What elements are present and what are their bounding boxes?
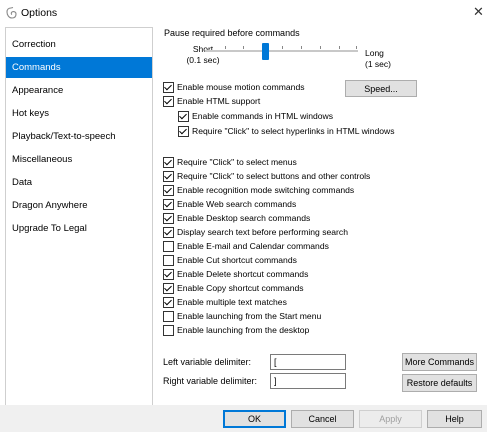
delete-shortcut-checkbox[interactable]: Enable Delete shortcut commands	[163, 268, 308, 280]
desktop-search-checkbox[interactable]: Enable Desktop search commands	[163, 212, 310, 224]
checkbox-box[interactable]	[163, 296, 174, 308]
copy-shortcut-checkbox[interactable]: Enable Copy shortcut commands	[163, 282, 304, 294]
checkbox-label: Enable Cut shortcut commands	[177, 255, 297, 265]
cut-shortcut-checkbox[interactable]: Enable Cut shortcut commands	[163, 254, 297, 266]
checkbox-label: Enable HTML support	[177, 96, 261, 106]
pause-slider-track[interactable]	[205, 50, 358, 52]
left-delimiter-field[interactable]: [	[270, 354, 346, 370]
sidebar-item-hot-keys[interactable]: Hot keys	[6, 103, 152, 124]
mouse-motion-checkbox[interactable]: Enable mouse motion commands	[163, 81, 305, 93]
checkbox-box[interactable]	[163, 268, 174, 280]
checkbox-box[interactable]	[163, 156, 174, 168]
checkbox-box[interactable]	[163, 81, 174, 93]
checkbox-label: Enable launching from the Start menu	[177, 311, 322, 321]
help-button[interactable]: Help	[427, 410, 482, 428]
sidebar-item-data[interactable]: Data	[6, 172, 152, 193]
checkbox-label: Require "Click" to select buttons and ot…	[177, 171, 371, 181]
click-menus-checkbox[interactable]: Require "Click" to select menus	[163, 156, 297, 168]
checkbox-box[interactable]	[163, 324, 174, 336]
restore-defaults-button[interactable]: Restore defaults	[402, 374, 477, 392]
pause-label: Pause required before commands	[164, 28, 300, 38]
sidebar-item-correction[interactable]: Correction	[6, 34, 152, 55]
slider-tick	[356, 46, 357, 49]
sidebar-item-miscellaneous[interactable]: Miscellaneous	[6, 149, 152, 170]
close-icon[interactable]: ✕	[473, 5, 484, 18]
dragon-icon	[6, 7, 17, 19]
sidebar-item-appearance[interactable]: Appearance	[6, 80, 152, 101]
slider-long-text: Long (1 sec)	[365, 48, 405, 70]
html-commands-checkbox[interactable]: Enable commands in HTML windows	[178, 110, 333, 122]
checkbox-label: Enable Delete shortcut commands	[177, 269, 309, 279]
slider-short-value: (0.1 sec)	[186, 55, 220, 65]
right-delimiter-label: Right variable delimiter:	[163, 376, 258, 386]
sidebar-item-upgrade-legal[interactable]: Upgrade To Legal	[6, 218, 152, 239]
multiple-matches-checkbox[interactable]: Enable multiple text matches	[163, 296, 287, 308]
mode-switching-checkbox[interactable]: Enable recognition mode switching comman…	[163, 184, 354, 196]
checkbox-label: Enable Desktop search commands	[177, 213, 311, 223]
checkbox-label: Enable Copy shortcut commands	[177, 283, 304, 293]
checkbox-box[interactable]	[163, 310, 174, 322]
checkbox-label: Enable recognition mode switching comman…	[177, 185, 355, 195]
checkbox-box[interactable]	[163, 212, 174, 224]
checkbox-box[interactable]	[178, 125, 189, 137]
slider-long-value: (1 sec)	[365, 59, 391, 69]
slider-short-text: Short (0.1 sec)	[183, 44, 223, 66]
pause-slider-thumb[interactable]	[262, 43, 269, 60]
speed-button[interactable]: Speed...	[345, 80, 417, 97]
checkbox-label: Enable launching from the desktop	[177, 325, 310, 335]
checkbox-label: Enable mouse motion commands	[177, 82, 305, 92]
checkbox-box[interactable]	[163, 198, 174, 210]
checkbox-label: Enable Web search commands	[177, 199, 297, 209]
checkbox-label: Display search text before performing se…	[177, 227, 348, 237]
checkbox-label: Require "Click" to select hyperlinks in …	[192, 126, 395, 136]
slider-tick	[225, 46, 226, 49]
slider-tick	[243, 46, 244, 49]
slider-tick	[320, 46, 321, 49]
slider-tick	[301, 46, 302, 49]
click-buttons-checkbox[interactable]: Require "Click" to select buttons and ot…	[163, 170, 370, 182]
more-commands-button[interactable]: More Commands	[402, 353, 477, 371]
checkbox-label: Enable multiple text matches	[177, 297, 287, 307]
html-support-checkbox[interactable]: Enable HTML support	[163, 95, 260, 107]
checkbox-box[interactable]	[163, 170, 174, 182]
checkbox-box[interactable]	[163, 184, 174, 196]
sidebar-item-commands[interactable]: Commands	[6, 57, 152, 78]
sidebar-item-dragon-anywhere[interactable]: Dragon Anywhere	[6, 195, 152, 216]
html-click-checkbox[interactable]: Require "Click" to select hyperlinks in …	[178, 125, 395, 137]
web-search-checkbox[interactable]: Enable Web search commands	[163, 198, 296, 210]
slider-long-label: Long	[365, 48, 384, 58]
options-sidebar: Correction Commands Appearance Hot keys …	[5, 27, 153, 406]
checkbox-box[interactable]	[163, 95, 174, 107]
checkbox-label: Enable E-mail and Calendar commands	[177, 241, 329, 251]
title-bar: Options ✕	[0, 0, 487, 26]
window-title: Options	[21, 7, 58, 19]
slider-tick	[282, 46, 283, 49]
cancel-button[interactable]: Cancel	[291, 410, 354, 428]
apply-button[interactable]: Apply	[359, 410, 422, 428]
checkbox-box[interactable]	[163, 282, 174, 294]
checkbox-label: Enable commands in HTML windows	[192, 111, 334, 121]
ok-button[interactable]: OK	[223, 410, 286, 428]
checkbox-label: Require "Click" to select menus	[177, 157, 297, 167]
checkbox-box[interactable]	[178, 110, 189, 122]
launch-desktop-checkbox[interactable]: Enable launching from the desktop	[163, 324, 309, 336]
checkbox-box[interactable]	[163, 240, 174, 252]
display-search-checkbox[interactable]: Display search text before performing se…	[163, 226, 348, 238]
checkbox-box[interactable]	[163, 254, 174, 266]
right-delimiter-field[interactable]: ]	[270, 373, 346, 389]
launch-start-checkbox[interactable]: Enable launching from the Start menu	[163, 310, 321, 322]
left-delimiter-label: Left variable delimiter:	[163, 357, 252, 367]
checkbox-box[interactable]	[163, 226, 174, 238]
sidebar-item-playback[interactable]: Playback/Text-to-speech	[6, 126, 152, 147]
slider-tick	[339, 46, 340, 49]
email-calendar-checkbox[interactable]: Enable E-mail and Calendar commands	[163, 240, 329, 252]
